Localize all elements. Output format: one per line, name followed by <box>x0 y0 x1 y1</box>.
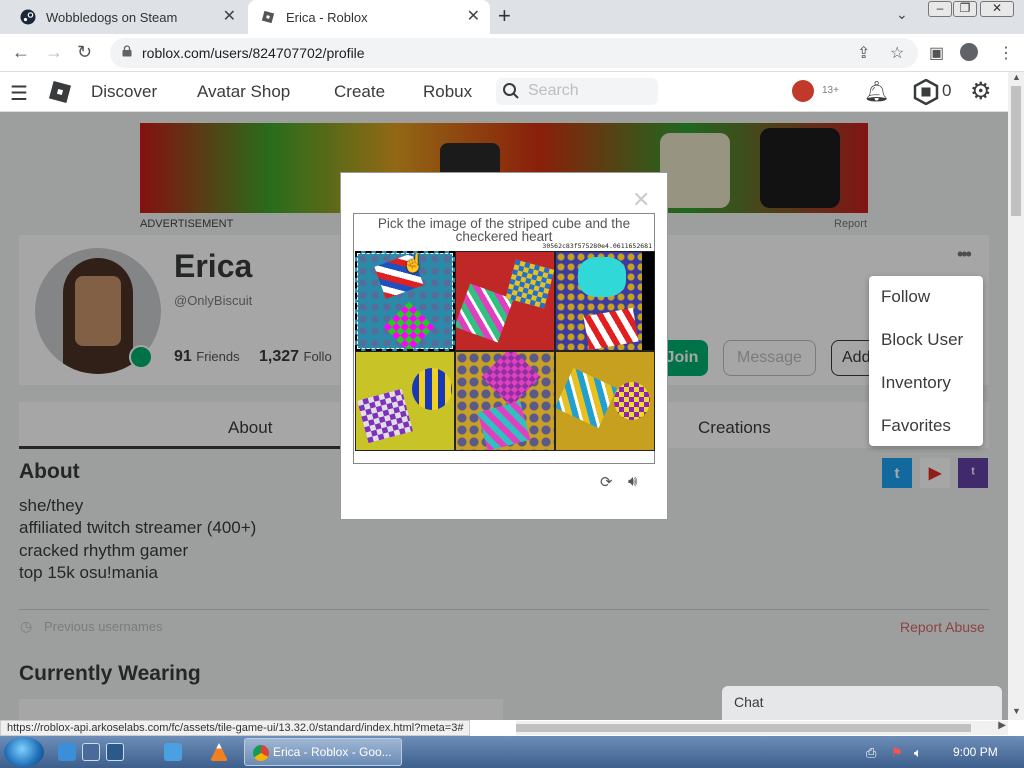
chat-bar[interactable]: Chat <box>722 686 1002 720</box>
restore-button[interactable]: ❐ <box>953 1 977 17</box>
nav-avatar-shop[interactable]: Avatar Shop <box>197 82 290 102</box>
vlc-icon[interactable] <box>210 743 228 761</box>
audio-icon[interactable]: 🔊︎ <box>628 473 637 490</box>
user-avatar-icon[interactable] <box>792 80 814 102</box>
tab-title: Erica - Roblox <box>286 9 368 25</box>
scrollbar-thumb[interactable] <box>1011 86 1021 216</box>
media-player-icon[interactable] <box>164 743 182 761</box>
nav-discover[interactable]: Discover <box>91 82 157 102</box>
scrollbar-thumb[interactable] <box>516 724 971 732</box>
window-switcher-icon[interactable] <box>106 743 124 761</box>
profile-avatar-icon[interactable] <box>960 43 978 61</box>
menu-item-block-user[interactable]: Block User <box>881 330 963 350</box>
captcha-tile[interactable] <box>455 351 555 451</box>
chat-label: Chat <box>734 694 764 710</box>
new-tab-button[interactable]: + <box>498 5 511 27</box>
minimize-button[interactable]: – <box>928 1 952 17</box>
scroll-up-icon[interactable]: ▲ <box>1012 72 1021 82</box>
menu-item-follow[interactable]: Follow <box>881 287 930 307</box>
roblox-logo-icon[interactable] <box>48 80 72 104</box>
profile-context-menu: Follow Block User Inventory Favorites <box>869 276 983 446</box>
address-bar[interactable]: roblox.com/users/824707702/profile <box>110 38 918 68</box>
search-placeholder: Search <box>528 82 579 99</box>
windows-taskbar: Erica - Roblox - Goo... ⎙ ⚑ 🔈︎ 9:00 PM <box>0 736 1024 768</box>
menu-item-inventory[interactable]: Inventory <box>881 373 951 393</box>
start-button-icon[interactable] <box>4 737 44 767</box>
chrome-icon <box>253 745 269 761</box>
taskbar-window-label: Erica - Roblox - Goo... <box>273 745 392 759</box>
close-tab-icon[interactable]: ✕ <box>467 9 480 25</box>
close-tab-icon[interactable]: ✕ <box>223 9 236 25</box>
volume-icon[interactable]: 🔈︎ <box>914 745 922 761</box>
captcha-tile[interactable] <box>455 251 555 351</box>
nav-create[interactable]: Create <box>334 82 385 102</box>
close-window-button[interactable]: ✕ <box>980 1 1014 17</box>
horizontal-scrollbar[interactable]: ▶ <box>516 720 1008 735</box>
robux-icon[interactable] <box>913 79 939 105</box>
scroll-down-icon[interactable]: ▼ <box>1012 706 1021 716</box>
robux-count: 0 <box>942 81 952 100</box>
status-bar-url: https://roblox-api.arkoselabs.com/fc/ass… <box>0 720 471 736</box>
captcha-prompt: Pick the image of the striped cube and t… <box>377 216 631 244</box>
side-panel-icon[interactable]: ▣ <box>929 43 944 63</box>
forward-arrow-icon[interactable]: → <box>45 42 63 62</box>
taskbar-clock[interactable]: 9:00 PM <box>953 745 998 759</box>
browser-toolbar: ← → ↻ roblox.com/users/824707702/profile… <box>0 34 1024 72</box>
age-badge: 13+ <box>822 85 839 96</box>
search-input[interactable]: Search <box>496 78 658 105</box>
captcha-tile[interactable]: ☝ <box>355 251 455 351</box>
hamburger-menu-icon[interactable]: ☰ <box>10 81 28 106</box>
close-icon[interactable]: ✕ <box>632 187 650 213</box>
taskbar-chrome-window[interactable]: Erica - Roblox - Goo... <box>244 738 402 766</box>
share-icon[interactable]: ⇪ <box>857 43 870 63</box>
reload-icon[interactable]: ↻ <box>77 42 92 62</box>
captcha-modal: ✕ Pick the image of the striped cube and… <box>340 172 668 520</box>
roblox-icon <box>260 9 276 25</box>
network-icon[interactable]: ⎙ <box>866 745 876 761</box>
show-desktop-icon[interactable] <box>82 743 100 761</box>
tab-wobbledogs[interactable]: Wobbledogs on Steam ✕ <box>8 0 246 34</box>
captcha-tile[interactable] <box>555 251 655 351</box>
roblox-nav-bar: ☰ Discover Avatar Shop Create Robux Sear… <box>0 72 1008 112</box>
steam-icon <box>20 9 36 25</box>
kebab-menu-icon[interactable]: ⋮ <box>998 43 1014 63</box>
tab-search-chevron-icon[interactable]: ⌄ <box>896 6 908 23</box>
settings-gear-icon[interactable]: ⚙ <box>970 77 992 106</box>
search-icon <box>503 83 519 99</box>
bookmark-star-icon[interactable]: ☆ <box>890 43 904 63</box>
captcha-hash: 30562c83f575280e4.0611652681 <box>542 242 652 250</box>
hand-cursor-icon: ☝ <box>402 253 425 273</box>
vertical-scrollbar[interactable]: ▲ ▼ <box>1008 72 1024 720</box>
captcha-tile[interactable] <box>555 351 655 451</box>
lock-icon <box>122 45 132 57</box>
notification-bell-icon[interactable]: 🔔︎ <box>864 79 889 104</box>
captcha-frame: Pick the image of the striped cube and t… <box>353 213 655 464</box>
captcha-grid: ☝ <box>355 251 655 451</box>
refresh-icon[interactable]: ⟳ <box>600 473 613 491</box>
internet-explorer-icon[interactable] <box>58 743 76 761</box>
tab-erica-roblox[interactable]: Erica - Roblox ✕ <box>248 0 490 34</box>
back-arrow-icon[interactable]: ← <box>12 42 30 62</box>
tab-title: Wobbledogs on Steam <box>46 9 178 25</box>
menu-item-favorites[interactable]: Favorites <box>881 416 951 436</box>
captcha-tile[interactable] <box>355 351 455 451</box>
scroll-right-icon[interactable]: ▶ <box>998 720 1006 731</box>
action-center-icon[interactable]: ⚑ <box>891 745 903 761</box>
browser-tab-bar: Wobbledogs on Steam ✕ Erica - Roblox ✕ +… <box>0 0 1024 34</box>
url-text: roblox.com/users/824707702/profile <box>142 45 365 61</box>
nav-robux[interactable]: Robux <box>423 82 472 102</box>
